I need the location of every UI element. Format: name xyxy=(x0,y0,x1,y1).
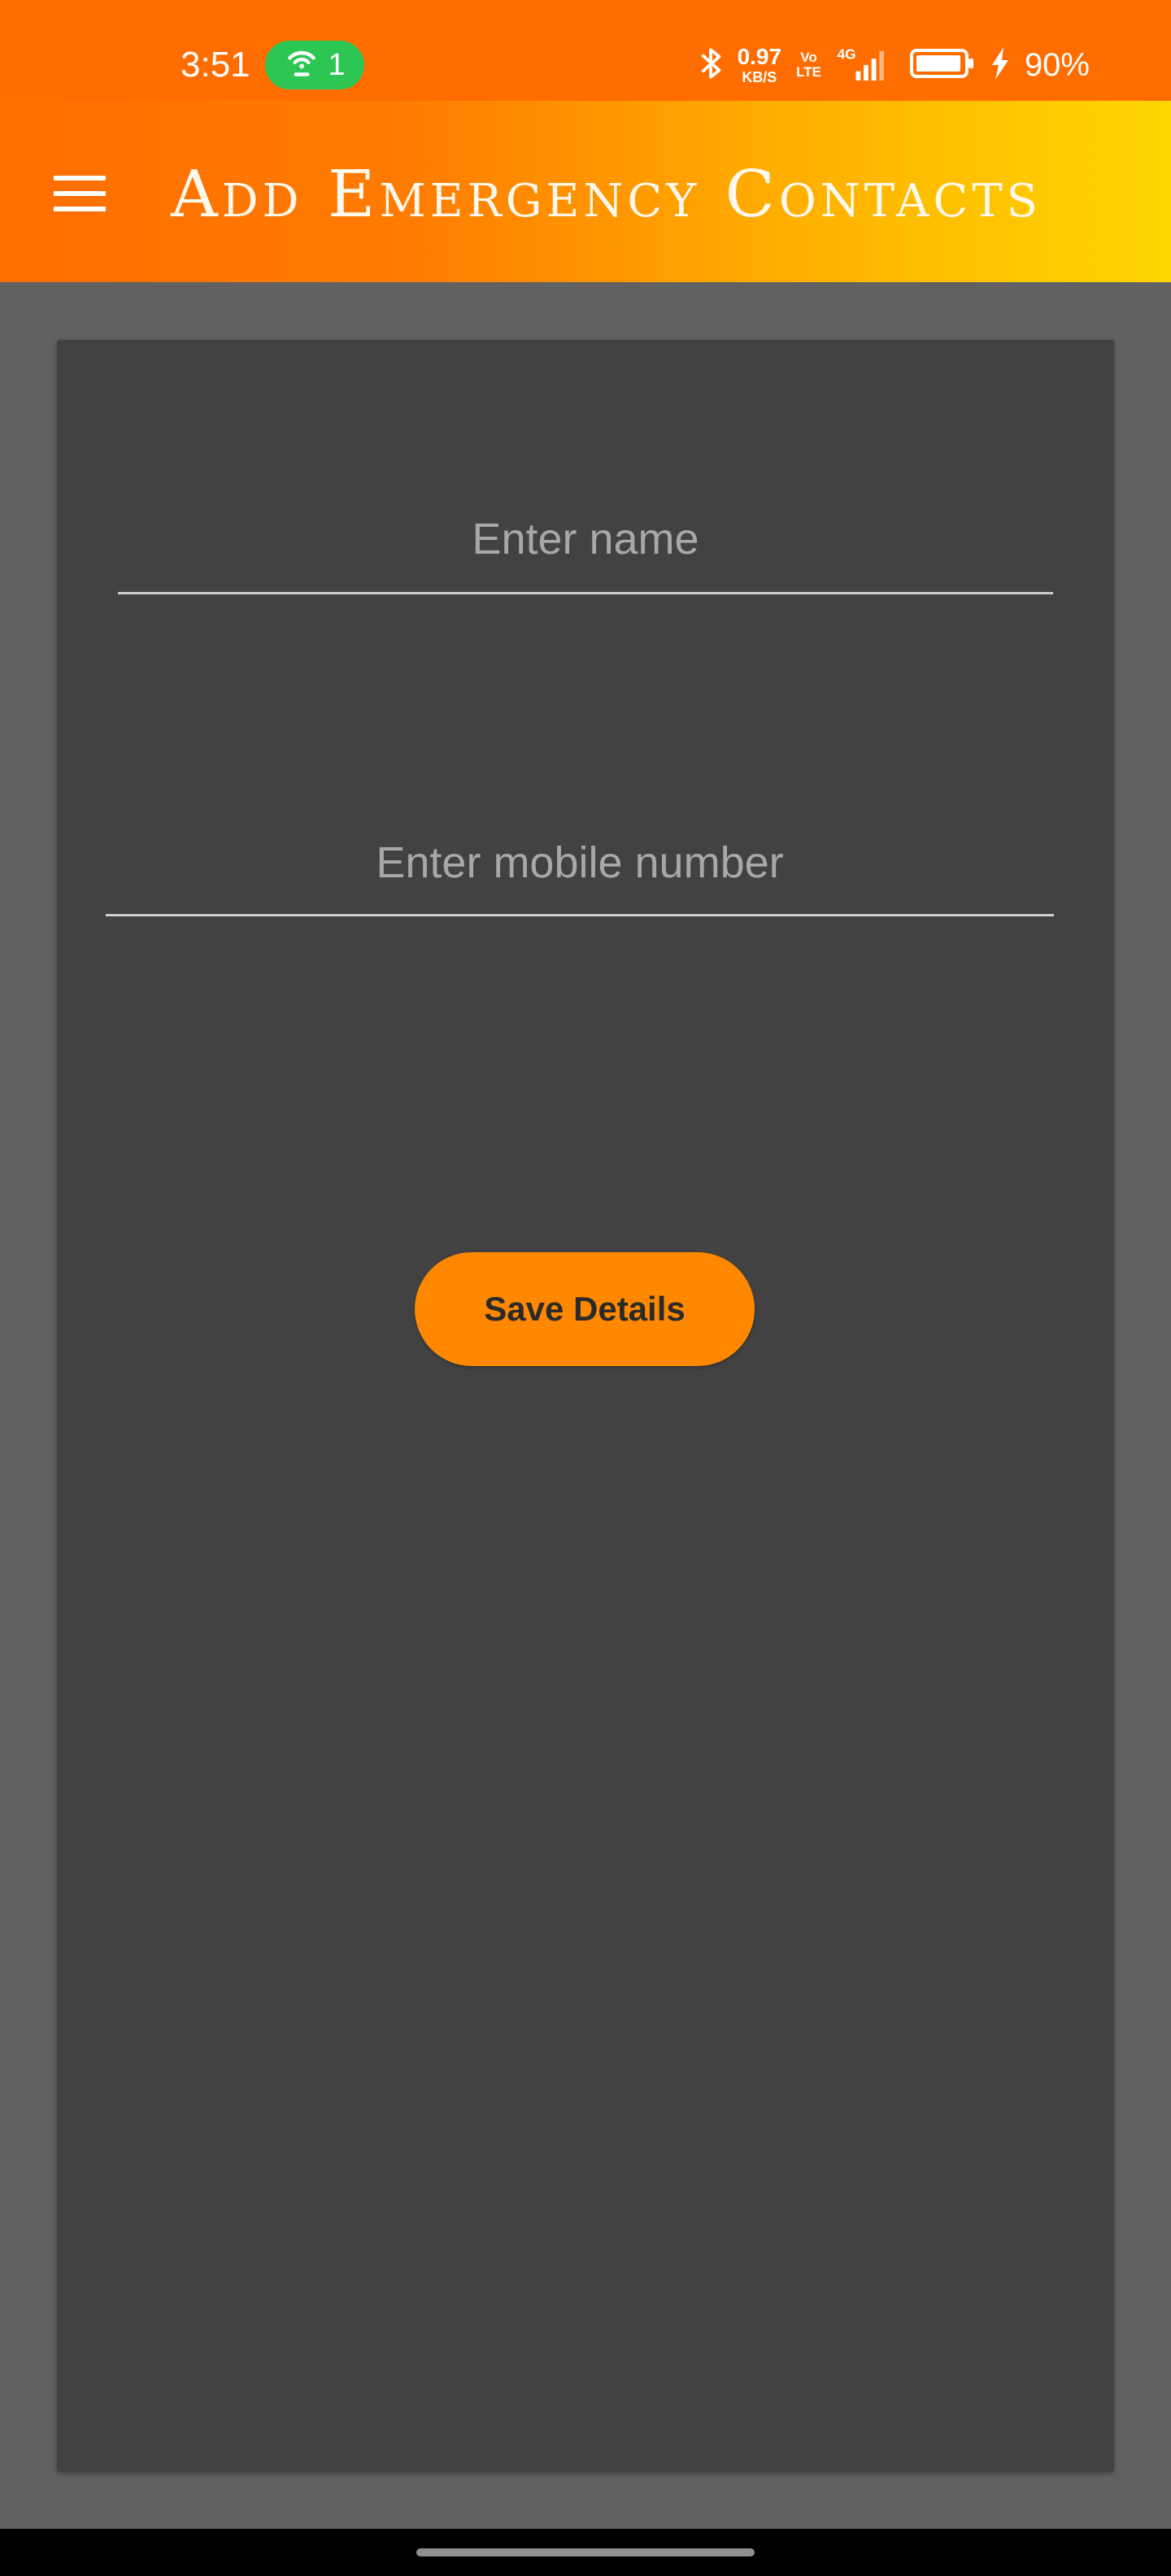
hamburger-menu-icon[interactable] xyxy=(54,176,106,211)
hotspot-badge[interactable]: 1 xyxy=(265,41,364,89)
save-details-button[interactable]: Save Details xyxy=(415,1252,755,1366)
network-speed-value: 0.97 xyxy=(737,44,782,69)
volte-indicator: Vo LTE xyxy=(796,50,821,80)
hotspot-icon xyxy=(284,43,320,87)
contact-form-card: Save Details xyxy=(57,340,1114,2472)
status-time: 3:51 xyxy=(181,45,250,85)
status-icons: 0.97 KB/S Vo LTE 4G 90% xyxy=(699,39,1090,91)
network-speed-unit: KB/S xyxy=(742,69,777,85)
status-bar: 3:51 1 0.97 KB/S Vo LTE 4G 90% xyxy=(0,0,1171,101)
bluetooth-icon xyxy=(699,45,723,86)
volte-top: Vo xyxy=(800,50,817,66)
app-bar: Add Emergency Contacts xyxy=(0,101,1171,282)
volte-bottom: LTE xyxy=(796,64,821,80)
hotspot-count: 1 xyxy=(328,47,346,82)
home-gesture-bar[interactable] xyxy=(416,2548,755,2556)
signal-icon: 4G xyxy=(836,45,895,86)
navigation-bar xyxy=(0,2529,1171,2576)
battery-icon xyxy=(909,47,976,84)
name-input[interactable] xyxy=(118,486,1053,594)
network-type: 4G xyxy=(837,46,855,62)
page-title: Add Emergency Contacts xyxy=(171,156,1043,232)
battery-percent: 90% xyxy=(1024,46,1090,83)
screen: 3:51 1 0.97 KB/S Vo LTE 4G 90% Add Emerg… xyxy=(0,0,1171,2576)
network-speed: 0.97 KB/S xyxy=(738,46,782,85)
mobile-number-input[interactable] xyxy=(106,812,1054,916)
charging-icon xyxy=(990,46,1010,84)
